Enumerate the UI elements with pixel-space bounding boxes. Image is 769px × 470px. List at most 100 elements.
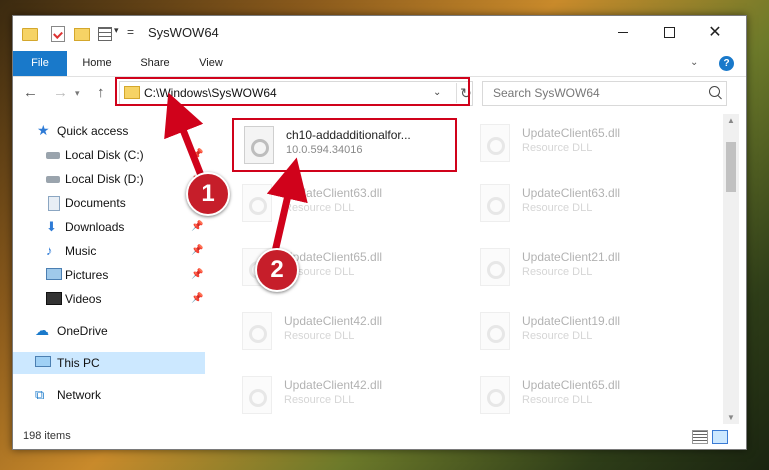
pin-icon: 📌 — [191, 221, 204, 232]
nav-item-documents[interactable]: Documents 📌 — [13, 192, 205, 214]
folder-icon — [124, 86, 140, 99]
search-input[interactable]: Search SysWOW64 — [493, 86, 600, 100]
close-button[interactable]: ✕ — [692, 20, 738, 46]
minimize-button[interactable] — [600, 20, 646, 46]
file-item[interactable]: UpdateClient65.dll Resource DLL — [232, 242, 457, 296]
file-description: Resource DLL — [522, 330, 593, 342]
chevron-down-icon[interactable]: ▾ — [114, 25, 119, 36]
scroll-down-icon[interactable]: ▼ — [727, 413, 735, 422]
disk-icon — [46, 152, 60, 159]
pin-icon: 📌 — [191, 149, 204, 160]
window-title: SysWOW64 — [148, 25, 219, 40]
new-folder-icon[interactable] — [73, 25, 90, 41]
recent-locations-icon[interactable]: ▾ — [75, 88, 80, 99]
customize-toolbar-icon[interactable]: = — [127, 25, 134, 39]
nav-item-music[interactable]: ♪ Music 📌 — [13, 240, 205, 262]
file-description: Resource DLL — [522, 266, 593, 278]
file-item[interactable]: UpdateClient42.dll Resource DLL — [232, 306, 457, 360]
file-item[interactable]: UpdateClient19.dll Resource DLL — [470, 306, 695, 360]
dll-file-icon — [244, 126, 274, 164]
up-arrow-icon[interactable]: ↑ — [97, 84, 105, 101]
nav-item-label: Videos — [65, 292, 102, 306]
nav-item-local-disk-d[interactable]: Local Disk (D:) 📌 — [13, 168, 205, 190]
tab-file[interactable]: File — [13, 51, 67, 76]
expand-ribbon-icon[interactable]: ⌄ — [690, 57, 698, 68]
navigation-bar: ← → ▾ ↑ C:\Windows\SysWOW64 ⌄ ↻ Search S… — [13, 77, 746, 109]
scrollbar-thumb[interactable] — [726, 142, 736, 192]
file-name: ch10-addadditionalfor... — [286, 128, 411, 142]
large-icons-view-icon[interactable] — [712, 430, 728, 444]
details-view-icon[interactable] — [692, 430, 708, 444]
file-item[interactable]: UpdateClient63.dll Resource DLL — [232, 178, 457, 232]
file-name: UpdateClient21.dll — [522, 250, 621, 264]
file-item-highlighted[interactable]: ch10-addadditionalfor... 10.0.594.34016 — [232, 118, 457, 172]
properties-icon[interactable] — [51, 26, 65, 42]
documents-icon — [48, 196, 60, 211]
forward-arrow-icon[interactable]: → — [53, 84, 68, 101]
folder-icon — [21, 25, 38, 41]
file-item[interactable]: UpdateClient65.dll Resource DLL — [470, 118, 695, 172]
title-bar: ▾ = SysWOW64 ✕ — [13, 16, 746, 51]
dll-file-icon — [242, 312, 272, 350]
pin-icon: 📌 — [191, 197, 204, 208]
status-bar: 198 items — [13, 426, 746, 448]
file-name: UpdateClient63.dll — [522, 186, 621, 200]
nav-item-onedrive[interactable]: ☁ OneDrive — [13, 320, 205, 342]
refresh-icon[interactable]: ↻ — [456, 83, 475, 103]
vertical-scrollbar[interactable]: ▲ ▼ — [723, 114, 739, 424]
nav-item-network[interactable]: ⧉ Network — [13, 384, 205, 406]
back-arrow-icon[interactable]: ← — [23, 84, 38, 101]
tab-home[interactable]: Home — [71, 51, 123, 76]
tab-share[interactable]: Share — [129, 51, 181, 76]
dll-file-icon — [480, 312, 510, 350]
nav-item-label: Quick access — [57, 124, 129, 138]
music-icon: ♪ — [46, 243, 53, 258]
scroll-up-icon[interactable]: ▲ — [727, 116, 735, 125]
network-icon: ⧉ — [35, 387, 45, 402]
explorer-window: ▾ = SysWOW64 ✕ File Home Share View ⌄ ? … — [12, 15, 747, 450]
navigation-pane: ★ Quick access Local Disk (C:) 📌 Local D… — [13, 114, 205, 424]
nav-item-pictures[interactable]: Pictures 📌 — [13, 264, 205, 286]
star-icon: ★ — [37, 122, 50, 138]
nav-item-videos[interactable]: Videos 📌 — [13, 288, 205, 310]
nav-item-this-pc[interactable]: This PC — [13, 352, 205, 374]
file-description: Resource DLL — [284, 266, 355, 278]
nav-item-local-disk-c[interactable]: Local Disk (C:) 📌 — [13, 144, 205, 166]
nav-item-label: This PC — [57, 356, 100, 370]
file-item[interactable]: UpdateClient63.dll Resource DLL — [470, 178, 695, 232]
nav-item-label: Downloads — [65, 220, 125, 234]
dll-file-icon — [242, 184, 272, 222]
nav-item-quick-access[interactable]: ★ Quick access — [13, 120, 205, 142]
pin-icon: 📌 — [191, 269, 204, 280]
address-bar[interactable]: C:\Windows\SysWOW64 ⌄ ↻ — [119, 81, 473, 106]
dll-file-icon — [480, 248, 510, 286]
help-icon[interactable]: ? — [719, 56, 734, 71]
nav-item-label: Local Disk (C:) — [65, 148, 144, 162]
file-description: Resource DLL — [522, 394, 593, 406]
nav-item-downloads[interactable]: ⬇ Downloads 📌 — [13, 216, 205, 238]
file-description: Resource DLL — [284, 202, 355, 214]
item-count: 198 items — [23, 430, 71, 442]
search-icon[interactable] — [709, 86, 720, 97]
file-item[interactable]: UpdateClient21.dll Resource DLL — [470, 242, 695, 296]
file-item[interactable]: UpdateClient42.dll Resource DLL — [232, 370, 457, 424]
file-item[interactable]: UpdateClient65.dll Resource DLL — [470, 370, 695, 424]
maximize-button[interactable] — [646, 20, 692, 46]
file-version: 10.0.594.34016 — [286, 144, 363, 156]
dll-file-icon — [480, 376, 510, 414]
file-name: UpdateClient63.dll — [284, 186, 383, 200]
view-icon[interactable] — [97, 25, 113, 41]
search-box[interactable]: Search SysWOW64 — [482, 81, 727, 106]
chevron-down-icon[interactable]: ⌄ — [433, 87, 441, 98]
address-path[interactable]: C:\Windows\SysWOW64 — [144, 86, 277, 100]
dll-file-icon — [480, 184, 510, 222]
file-description: Resource DLL — [284, 394, 355, 406]
download-icon: ⬇ — [46, 219, 57, 234]
nav-item-label: Pictures — [65, 268, 109, 282]
videos-icon — [46, 292, 62, 305]
nav-item-label: Local Disk (D:) — [65, 172, 144, 186]
tab-view[interactable]: View — [185, 51, 237, 76]
minimize-icon — [618, 32, 628, 34]
dll-file-icon — [242, 376, 272, 414]
file-name: UpdateClient65.dll — [284, 250, 383, 264]
